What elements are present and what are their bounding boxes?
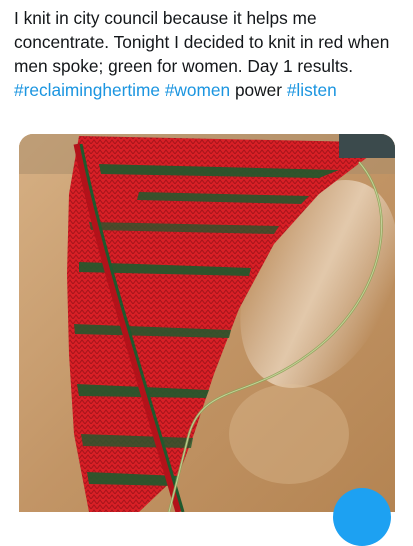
knitting-photo xyxy=(19,134,395,512)
hashtag-listen[interactable]: #listen xyxy=(287,80,337,100)
tweet-text: I knit in city council because it helps … xyxy=(14,6,404,102)
compose-button[interactable] xyxy=(333,488,391,546)
tweet-text-power: power xyxy=(230,80,287,100)
tweet-body-text: I knit in city council because it helps … xyxy=(14,8,390,76)
hashtag-reclaiminghertime[interactable]: #reclaiminghertime xyxy=(14,80,160,100)
device-corner xyxy=(339,134,395,158)
tweet-photo[interactable] xyxy=(19,134,395,512)
hashtag-women[interactable]: #women xyxy=(165,80,230,100)
